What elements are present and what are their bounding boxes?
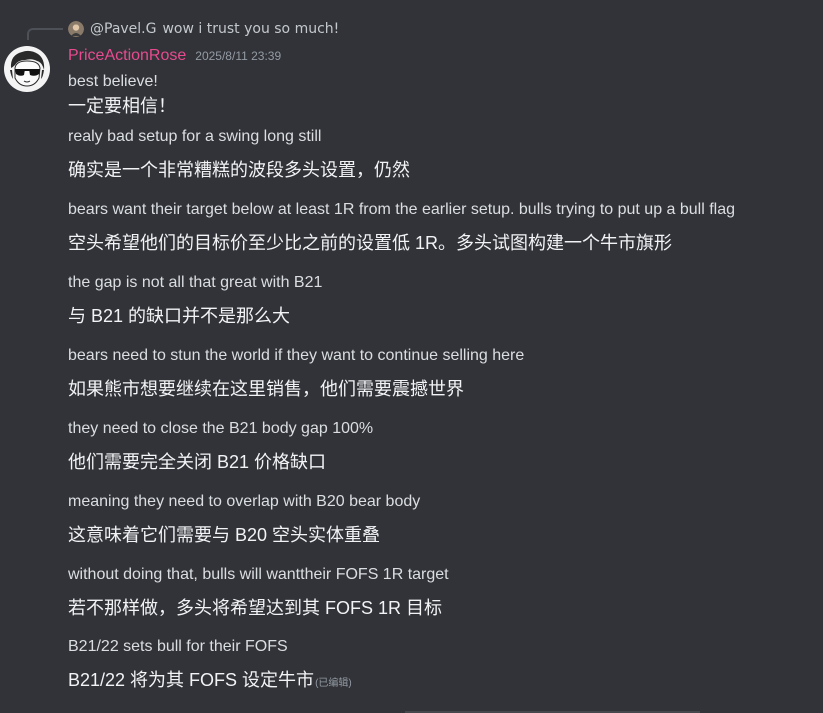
message-line: bears need to stun the world if they wan…	[68, 347, 525, 364]
message-line: 与 B21 的缺口并不是那么大	[68, 306, 291, 326]
reply-spine	[27, 28, 63, 40]
sunglasses-avatar-icon	[4, 46, 50, 92]
message-line: 他们需要完全关闭 B21 价格缺口	[68, 452, 327, 472]
reply-preview[interactable]: @Pavel.G wow i trust you so much!	[68, 19, 339, 39]
message-line-text: B21/22 将为其 FOFS 设定牛市	[68, 670, 315, 690]
message-line: 若不那样做，多头将希望达到其 FOFS 1R 目标	[68, 598, 443, 618]
message-line: 这意味着它们需要与 B20 空头实体重叠	[68, 525, 381, 545]
message-line: they need to close the B21 body gap 100%	[68, 420, 374, 437]
message-line: 确实是一个非常糟糕的波段多头设置，仍然	[68, 160, 410, 180]
message-line: 如果熊市想要继续在这里销售，他们需要震撼世界	[68, 379, 464, 399]
author-avatar[interactable]	[4, 46, 50, 92]
message-line: meaning they need to overlap with B20 be…	[68, 493, 421, 510]
message-line: without doing that, bulls will wanttheir…	[68, 566, 449, 583]
message-line: 一定要相信！	[68, 96, 176, 116]
reply-text[interactable]: wow i trust you so much!	[162, 21, 339, 37]
message-header: PriceActionRose 2025/8/11 23:39	[68, 47, 281, 69]
message-line: 空头希望他们的目标价至少比之前的设置低 1R。多头试图构建一个牛市旗形	[68, 233, 673, 253]
reply-author[interactable]: @Pavel.G	[90, 21, 156, 37]
message-line: the gap is not all that great with B21	[68, 274, 323, 291]
message-author[interactable]: PriceActionRose	[68, 47, 186, 65]
reply-avatar-icon	[68, 21, 84, 37]
message-line-last: B21/22 将为其 FOFS 设定牛市(已编辑)	[68, 668, 352, 696]
edited-label: (已编辑)	[315, 678, 352, 689]
message-line: B21/22 sets bull for their FOFS	[68, 638, 288, 655]
message-line: best believe!	[68, 73, 158, 90]
message-line: realy bad setup for a swing long still	[68, 128, 322, 145]
message-timestamp[interactable]: 2025/8/11 23:39	[195, 49, 281, 63]
message-line: bears want their target below at least 1…	[68, 201, 736, 218]
